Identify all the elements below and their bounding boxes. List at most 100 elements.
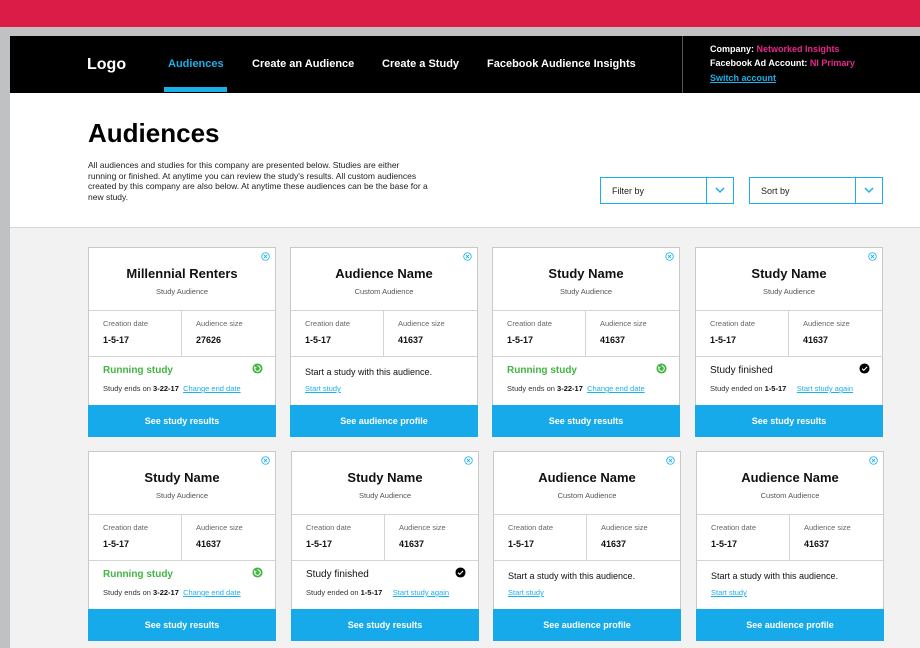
running-status-icon (656, 363, 667, 374)
start-study-link[interactable]: Start study (508, 588, 544, 597)
creation-date-label: Creation date (711, 523, 757, 532)
audience-card: Study Name Study Audience Creation date 1-5… (492, 247, 680, 437)
divider (291, 356, 477, 357)
start-study-link[interactable]: Start study (711, 588, 747, 597)
fb-account-value: NI Primary (809, 58, 855, 68)
creation-date-value: 1-5-17 (103, 539, 130, 549)
status-text: Study finished (306, 569, 369, 580)
card-type: Study Audience (155, 491, 209, 500)
study-ends-label: Study ends on (507, 384, 555, 393)
audience-size-label: Audience size (601, 523, 648, 532)
card-type: Study Audience (559, 287, 613, 296)
change-end-date-link[interactable]: Change end date (587, 384, 645, 393)
divider (789, 514, 790, 560)
card-title: Study Name (144, 470, 220, 485)
study-end-info: Study ends on 3-22-17 Change end date (103, 588, 241, 597)
card-action-button[interactable]: See study results (492, 405, 680, 437)
card-type: Study Audience (155, 287, 209, 296)
close-icon[interactable] (665, 252, 674, 261)
study-end-info: Study ended on 1-5-17 Start study again (710, 384, 853, 393)
chevron-down-icon (715, 187, 725, 194)
start-study-row: Start study (305, 384, 341, 393)
audience-size-label: Audience size (804, 523, 851, 532)
creation-date-value: 1-5-17 (711, 539, 738, 549)
divider (788, 310, 789, 356)
close-icon[interactable] (463, 252, 472, 261)
sort-divider (855, 178, 856, 203)
logo[interactable]: Logo (87, 56, 126, 74)
divider (89, 560, 275, 561)
close-icon[interactable] (666, 456, 675, 465)
start-study-again-link[interactable]: Start study again (797, 384, 853, 393)
top-navigation: Logo Audiences Create an Audience Create… (10, 36, 920, 93)
nav-create-study[interactable]: Create a Study (382, 58, 459, 70)
change-end-date-link[interactable]: Change end date (183, 588, 241, 597)
audience-size-label: Audience size (600, 319, 647, 328)
status-text: Start a study with this audience. (711, 571, 839, 581)
card-action-button[interactable]: See audience profile (696, 609, 884, 641)
start-study-link[interactable]: Start study (305, 384, 341, 393)
audience-card: Study Name Study Audience Creation date 1-5… (695, 247, 883, 437)
card-action-button[interactable]: See study results (88, 609, 276, 641)
switch-row: Switch account (710, 73, 776, 83)
card-action-button[interactable]: See study results (291, 609, 479, 641)
change-end-date-link[interactable]: Change end date (183, 384, 241, 393)
card-title: Study Name (751, 266, 827, 281)
divider (585, 310, 586, 356)
study-end-info: Study ended on 1-5-17 Start study again (306, 588, 449, 597)
audience-size-value: 41637 (601, 539, 627, 549)
audience-size-value: 41637 (803, 335, 829, 345)
nav-create-audience[interactable]: Create an Audience (252, 58, 354, 70)
start-study-again-link[interactable]: Start study again (393, 588, 449, 597)
audience-size-label: Audience size (399, 523, 446, 532)
close-icon[interactable] (464, 456, 473, 465)
switch-account-link[interactable]: Switch account (710, 73, 776, 83)
creation-date-label: Creation date (103, 523, 149, 532)
nav-audiences[interactable]: Audiences (168, 58, 224, 70)
company-row: Company: Networked Insights (710, 44, 840, 54)
close-icon[interactable] (868, 252, 877, 261)
status-text: Running study (103, 569, 173, 580)
creation-date-label: Creation date (306, 523, 352, 532)
audience-card: Study Name Study Audience Creation date 1-5… (88, 451, 276, 641)
page-description: All audiences and studies for this compa… (88, 160, 428, 202)
page-title: Audiences (88, 118, 220, 148)
creation-date-value: 1-5-17 (103, 335, 130, 345)
filter-dropdown[interactable]: Filter by (600, 177, 734, 204)
audience-size-value: 41637 (399, 539, 425, 549)
card-type: Custom Audience (760, 491, 820, 500)
audience-size-label: Audience size (196, 319, 243, 328)
card-action-button[interactable]: See study results (88, 405, 276, 437)
creation-date-label: Creation date (507, 319, 553, 328)
divider (494, 560, 680, 561)
status-text: Running study (103, 365, 173, 376)
audience-card: Audience Name Custom Audience Creation dat… (696, 451, 884, 641)
creation-date-value: 1-5-17 (710, 335, 737, 345)
sort-dropdown[interactable]: Sort by (749, 177, 883, 204)
chevron-down-icon (864, 187, 874, 194)
app-window: Logo Audiences Create an Audience Create… (10, 36, 920, 648)
audience-card: Audience Name Custom Audience Creation dat… (493, 451, 681, 641)
divider (384, 514, 385, 560)
card-title: Audience Name (538, 470, 636, 485)
nav-facebook-insights[interactable]: Facebook Audience Insights (487, 58, 636, 70)
study-ends-label: Study ends on (103, 588, 151, 597)
divider (89, 514, 275, 515)
fb-account-row: Facebook Ad Account: NI Primary (710, 58, 855, 68)
study-ended-label: Study ended on (710, 384, 763, 393)
audience-size-label: Audience size (196, 523, 243, 532)
close-icon[interactable] (869, 456, 878, 465)
card-action-button[interactable]: See study results (695, 405, 883, 437)
card-title: Study Name (347, 470, 423, 485)
divider (89, 310, 275, 311)
close-icon[interactable] (261, 252, 270, 261)
running-status-icon (252, 363, 263, 374)
checkmark-icon (859, 363, 870, 374)
filter-divider (706, 178, 707, 203)
card-title: Study Name (548, 266, 624, 281)
card-action-button[interactable]: See audience profile (290, 405, 478, 437)
card-action-button[interactable]: See audience profile (493, 609, 681, 641)
close-icon[interactable] (261, 456, 270, 465)
audience-card: Study Name Study Audience Creation date 1-5… (291, 451, 479, 641)
card-title: Millennial Renters (126, 266, 238, 281)
